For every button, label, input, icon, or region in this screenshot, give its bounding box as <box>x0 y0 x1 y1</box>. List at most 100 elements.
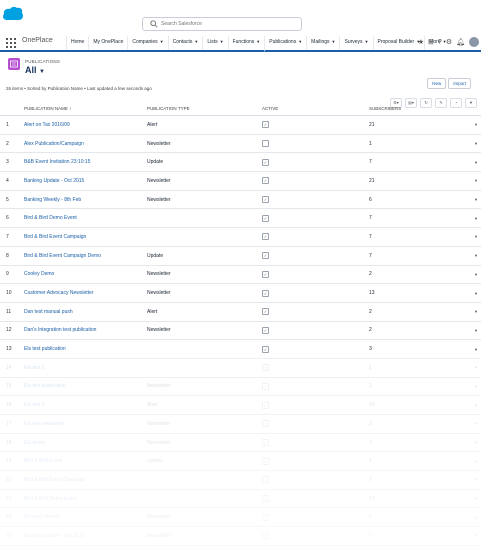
active-checkbox: ✓ <box>262 121 269 129</box>
row-actions-chevron-icon[interactable]: ▼ <box>471 265 481 285</box>
row-actions-chevron-icon[interactable]: ▼ <box>471 283 481 303</box>
tab-proposal-builder[interactable]: Proposal Builder ▼ <box>372 36 425 50</box>
publication-type: Update <box>147 152 262 173</box>
active-checkbox: ✓ <box>262 270 269 278</box>
table-row[interactable]: 12 Dan's Integration test publication News… <box>0 321 481 341</box>
favorites-star-icon[interactable]: ★ <box>418 38 424 46</box>
tab-publications[interactable]: Publications ▼ <box>264 36 307 52</box>
table-row[interactable]: 10 Customer Advocacy Newsletter Newsletter… <box>0 283 481 303</box>
publication-name-link[interactable]: Banking Update - Oct 2015 <box>24 171 147 191</box>
subscribers-count: 2 <box>369 265 471 285</box>
tab-label: Lists <box>207 39 218 45</box>
column-header-subscribers[interactable]: SUBSCRIBERS <box>369 101 471 116</box>
chevron-down-icon[interactable]: ▼ <box>256 39 260 44</box>
tab-my-oneplace[interactable]: My OnePlace <box>88 36 127 50</box>
table-row[interactable]: 7 Bird & Bird Event Campaign ✓ 7 ▼ <box>0 227 481 247</box>
list-view-selector[interactable]: All ▼ <box>25 65 45 75</box>
subscribers-count: 7 <box>369 152 471 173</box>
column-header-type[interactable]: PUBLICATION TYPE <box>147 101 262 116</box>
app-launcher-icon[interactable] <box>6 38 16 48</box>
tab-label: Publications <box>269 39 297 45</box>
new-button[interactable]: New <box>427 78 447 89</box>
search-icon <box>150 20 158 28</box>
app-navigation-bar: OnePlace Home My OnePlace Companies ▼ Contac… <box>0 36 481 52</box>
tab-companies[interactable]: Companies ▼ <box>127 36 167 50</box>
table-row[interactable]: 2 Alex Publication/Campaign Newsletter 1 ▼ <box>0 134 481 154</box>
user-avatar[interactable] <box>469 37 479 47</box>
active-checkbox: ✓ <box>262 158 269 166</box>
row-actions-chevron-icon[interactable]: ▼ <box>471 190 481 210</box>
active-cell: ✓ <box>262 321 369 341</box>
tab-label: Companies <box>132 39 158 45</box>
import-button[interactable]: Import <box>448 78 471 89</box>
row-actions-chevron-icon[interactable]: ▼ <box>471 302 481 322</box>
global-actions-icon[interactable]: ⊞ <box>428 38 434 46</box>
salesforce-cloud-logo[interactable] <box>2 6 24 22</box>
publication-name-link[interactable]: Alex Publication/Campaign <box>24 134 147 154</box>
row-actions-chevron-icon[interactable]: ▼ <box>471 115 481 135</box>
help-icon[interactable]: ? <box>438 39 442 46</box>
sort-arrow-icon: ↑ <box>69 105 72 111</box>
row-actions-chevron-icon[interactable]: ▼ <box>471 152 481 173</box>
table-row[interactable]: 11 Dan test manual push Alert ✓ 2 ▼ <box>0 302 481 322</box>
publication-name-link[interactable]: Banking Weekly - 8th Feb <box>24 190 147 210</box>
publication-name-link[interactable]: Bird & Bird Event Campaign <box>24 227 147 247</box>
publication-name-link[interactable]: Dan test manual push <box>24 302 147 322</box>
row-actions-chevron-icon[interactable]: ▼ <box>471 208 481 229</box>
row-actions-chevron-icon[interactable]: ▼ <box>471 321 481 341</box>
row-actions-chevron-icon[interactable]: ▼ <box>471 246 481 266</box>
publication-type: Alert <box>147 115 262 135</box>
chevron-down-icon[interactable]: ▼ <box>160 39 164 44</box>
chevron-down-icon[interactable]: ▼ <box>365 39 369 44</box>
chevron-down-icon[interactable]: ▼ <box>332 39 336 44</box>
column-header-name[interactable]: PUBLICATION NAME ↑ <box>24 101 147 116</box>
row-number: 7 <box>0 227 24 247</box>
row-number: 8 <box>0 246 24 266</box>
active-cell: ✓ <box>262 283 369 303</box>
chevron-down-icon[interactable]: ▼ <box>220 39 224 44</box>
row-number: 6 <box>0 208 24 229</box>
publication-type: Alert <box>147 302 262 322</box>
table-row[interactable]: 6 Bird & Bird Demo Event ✓ 7 ▼ <box>0 208 481 229</box>
setup-gear-icon[interactable]: ⚙ <box>446 38 452 46</box>
publication-name-link[interactable]: Cooley Demo <box>24 265 147 285</box>
table-row[interactable]: 8 Bird & Bird Event Campaign Demo Update ✓ 7… <box>0 246 481 266</box>
tab-surveys[interactable]: Surveys ▼ <box>339 36 372 50</box>
tab-contacts[interactable]: Contacts ▼ <box>167 36 203 50</box>
subscribers-count: 21 <box>369 115 471 135</box>
table-row[interactable]: 1 Alert on Tax 2016/09 Alert ✓ 21 ▼ <box>0 115 481 135</box>
table-row[interactable]: 9 Cooley Demo Newsletter ✓ 2 ▼ <box>0 265 481 285</box>
column-header-active[interactable]: ACTIVE <box>262 101 369 116</box>
tab-mailings[interactable]: Mailings ▼ <box>306 36 339 50</box>
table-row[interactable]: 3 B&B Event Invitation 23:10:15 Update ✓ 7 ▼ <box>0 152 481 173</box>
search-input[interactable] <box>161 19 291 29</box>
row-actions-chevron-icon[interactable]: ▼ <box>471 171 481 191</box>
tab-home[interactable]: Home <box>66 36 88 50</box>
publication-name-link[interactable]: Bird & Bird Demo Event <box>24 208 147 229</box>
tab-functions[interactable]: Functions ▼ <box>227 36 265 50</box>
publication-name-link[interactable]: B&B Event Invitation 23:10:15 <box>24 152 147 173</box>
row-number: 4 <box>0 171 24 191</box>
publication-type: Newsletter <box>147 190 262 210</box>
tab-label: Home <box>71 39 85 45</box>
row-actions-chevron-icon[interactable]: ▼ <box>471 227 481 247</box>
publication-name-link[interactable]: Bird & Bird Event Campaign Demo <box>24 246 147 266</box>
table-row[interactable]: 4 Banking Update - Oct 2015 Newsletter ✓ 21 ▼ <box>0 171 481 191</box>
global-search-box[interactable] <box>142 17 302 31</box>
publication-name-link[interactable]: Dan's Integration test publication <box>24 321 147 341</box>
subscribers-count: 7 <box>369 208 471 229</box>
notifications-bell-icon[interactable]: 🔔︎ <box>456 38 465 46</box>
row-number: 11 <box>0 302 24 322</box>
active-cell: ✓ <box>262 208 369 229</box>
global-header <box>0 0 481 34</box>
table-row[interactable]: 5 Banking Weekly - 8th Feb Newsletter ✓ 6 ▼ <box>0 190 481 210</box>
publication-name-link[interactable]: Customer Advocacy Newsletter <box>24 283 147 303</box>
chevron-down-icon[interactable]: ▼ <box>194 39 198 44</box>
tab-lists[interactable]: Lists ▼ <box>202 36 227 50</box>
subscribers-count: 1 <box>369 134 471 154</box>
publication-name-link[interactable]: Alert on Tax 2016/09 <box>24 115 147 135</box>
row-actions-chevron-icon[interactable]: ▼ <box>471 134 481 154</box>
chevron-down-icon[interactable]: ▼ <box>298 39 302 44</box>
header-buttons: New Import <box>427 78 471 89</box>
active-cell: ✓ <box>262 265 369 285</box>
